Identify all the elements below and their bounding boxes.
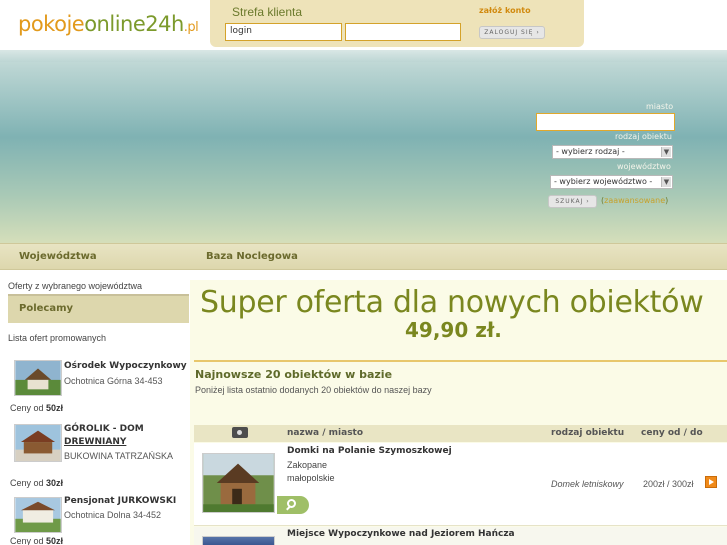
logo-part-2: online24h: [84, 12, 184, 36]
listing-region: małopolskie: [287, 473, 335, 483]
listing-name[interactable]: Domki na Polanie Szymoszkowej: [287, 446, 452, 456]
type-select-value: - wybierz rodzaj -: [556, 147, 625, 156]
city-label: miasto: [646, 102, 674, 111]
newest-title: Najnowsze 20 obiektów w bazie: [195, 368, 393, 381]
newest-subtitle: Poniżej lista ostatnio dodanych 20 obiek…: [195, 385, 432, 395]
login-button[interactable]: ZALOGUJ SIĘ ›: [479, 26, 545, 39]
region-select[interactable]: - wybierz województwo - ▼: [550, 175, 673, 189]
listing-photo[interactable]: [202, 453, 275, 513]
table-row[interactable]: Domki na Polanie Szymoszkowej Zakopane m…: [194, 443, 727, 526]
column-type: rodzaj obiektu: [551, 428, 625, 438]
region-select-value: - wybierz województwo -: [554, 177, 653, 186]
listing-price: 200zł / 300zł: [643, 479, 694, 489]
region-label: województwo: [617, 162, 671, 171]
table-row[interactable]: Miejsce Wypoczynkowe nad Jeziorem Hańcza: [194, 527, 727, 545]
chevron-down-icon: ▼: [661, 177, 671, 187]
price-value: 30zł: [46, 478, 64, 488]
register-link[interactable]: załóż konto: [479, 6, 531, 15]
super-offer-price: 49,90 zł.: [405, 318, 502, 342]
top-bar: pokojeonline24h.pl Strefa klienta załóż …: [0, 0, 727, 50]
password-input[interactable]: [345, 23, 461, 41]
type-label: rodzaj obiektu: [615, 132, 672, 141]
column-price: ceny od / do: [641, 428, 703, 438]
search-button[interactable]: SZUKAJ ›: [548, 195, 597, 208]
arrow-right-icon[interactable]: [705, 476, 717, 488]
promoted-item[interactable]: Pensjonat JURKOWSKI Ochotnica Dolna 34-4…: [8, 495, 189, 545]
price-value: 50zł: [46, 403, 64, 413]
listing-photo[interactable]: [202, 536, 275, 545]
main-nav: Województwa Baza Noclegowa: [0, 243, 727, 270]
column-name: nazwa / miasto: [287, 428, 364, 438]
promoted-item-price: Ceny od 30zł: [10, 478, 63, 488]
advanced-close-paren: ): [665, 196, 669, 205]
page: pokojeonline24h.pl Strefa klienta załóż …: [0, 0, 727, 545]
promoted-subtitle: Lista ofert promowanych: [8, 333, 107, 343]
region-offers-text[interactable]: Oferty z wybranego województwa: [8, 281, 142, 291]
listing-type: Domek letniskowy: [551, 479, 624, 489]
login-input[interactable]: login: [225, 23, 342, 41]
price-value: 50zł: [46, 536, 64, 545]
advanced-search-link[interactable]: zaawansowane: [604, 196, 665, 205]
price-prefix: Ceny od: [10, 403, 47, 413]
listing-city: Zakopane: [287, 460, 328, 470]
promoted-item-price: Ceny od 50zł: [10, 536, 63, 545]
nav-item-wojewodztwa[interactable]: Województwa: [19, 251, 97, 262]
type-select[interactable]: - wybierz rodzaj - ▼: [552, 145, 673, 159]
nav-item-baza-noclegowa[interactable]: Baza Noclegowa: [206, 251, 298, 262]
zoom-button[interactable]: [277, 496, 309, 514]
hero-shade: [0, 50, 727, 62]
promoted-item-title[interactable]: GÓROLIK - DOM DREWNIANY: [64, 423, 188, 449]
promoted-item-price: Ceny od 50zł: [10, 403, 63, 413]
promoted-item-address: Ochotnica Górna 34-453: [64, 376, 163, 386]
divider: [194, 360, 727, 362]
listing-name[interactable]: Miejsce Wypoczynkowe nad Jeziorem Hańcza: [287, 529, 515, 539]
advanced-search: (zaawansowane): [601, 196, 668, 205]
house-thumbnail[interactable]: [14, 424, 62, 462]
promoted-item-address: Ochotnica Dolna 34-452: [64, 510, 162, 520]
city-input[interactable]: [536, 113, 675, 131]
promoted-item-title[interactable]: Ośrodek Wypoczynkowy: [64, 360, 188, 373]
price-prefix: Ceny od: [10, 478, 47, 488]
camera-icon: [232, 427, 248, 438]
house-thumbnail[interactable]: [14, 497, 62, 533]
price-prefix: Ceny od: [10, 536, 47, 545]
promoted-item-address: BUKOWINA TATRZAŃSKA: [64, 451, 174, 461]
client-zone-title: Strefa klienta: [232, 5, 303, 19]
super-offer-heading[interactable]: Super oferta dla nowych obiektów: [200, 285, 704, 320]
house-thumbnail[interactable]: [14, 360, 62, 396]
promoted-item[interactable]: GÓROLIK - DOM DREWNIANY BUKOWINA TATRZAŃ…: [8, 421, 189, 493]
logo-part-1: pokoje: [18, 12, 85, 36]
magnifier-handle: [286, 505, 291, 511]
chevron-down-icon: ▼: [661, 147, 671, 157]
promoted-item[interactable]: Ośrodek Wypoczynkowy Ochotnica Górna 34-…: [8, 360, 189, 415]
promoted-header: Polecamy: [8, 294, 189, 323]
promoted-item-title-line1: GÓROLIK - DOM: [64, 424, 144, 434]
promoted-item-title-line2: DREWNIANY: [64, 437, 127, 447]
logo-part-3: .pl: [183, 20, 199, 35]
promoted-header-label: Polecamy: [19, 303, 74, 314]
promoted-item-title[interactable]: Pensjonat JURKOWSKI: [64, 495, 188, 508]
table-header: nazwa / miasto rodzaj obiektu ceny od / …: [194, 425, 727, 442]
site-logo[interactable]: pokojeonline24h.pl: [18, 12, 199, 36]
